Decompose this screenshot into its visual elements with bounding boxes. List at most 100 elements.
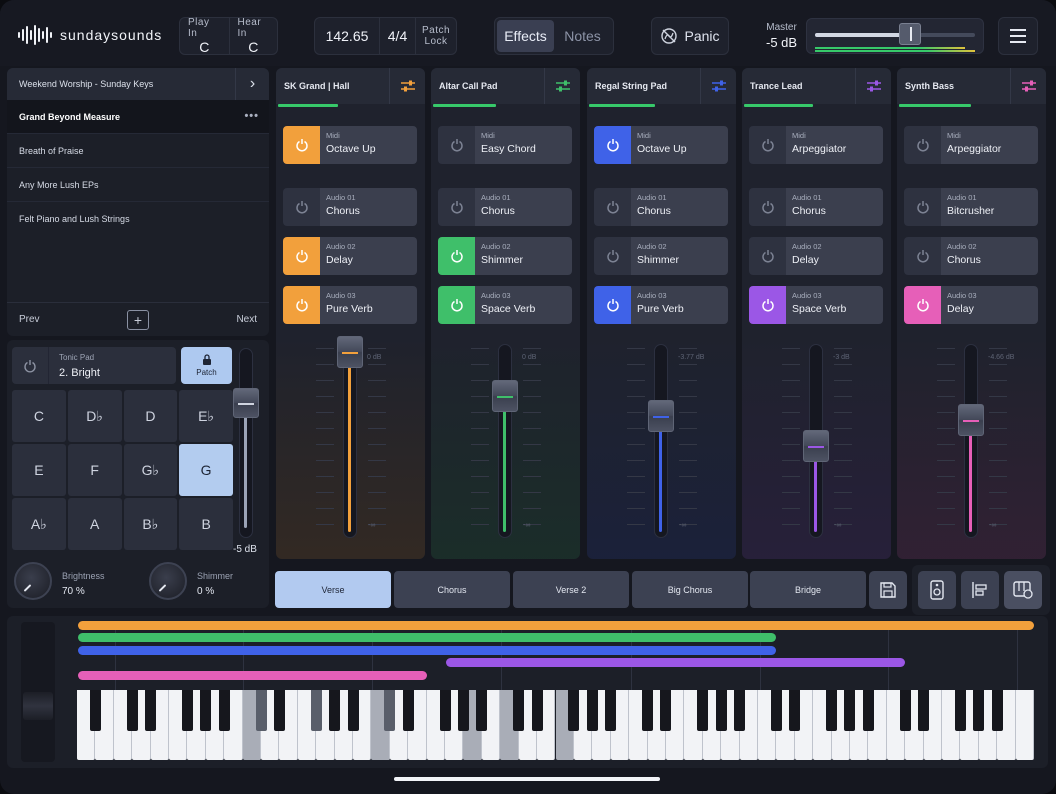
key-range-bar[interactable] — [78, 646, 776, 655]
black-key[interactable] — [531, 690, 543, 731]
effect-power-button[interactable] — [283, 237, 320, 275]
effect-selector[interactable]: Audio 02 Shimmer — [631, 237, 728, 275]
channel-header[interactable]: Synth Bass — [897, 68, 1046, 104]
black-key[interactable] — [457, 690, 469, 731]
key-button[interactable]: C — [12, 390, 66, 442]
piano-keyboard[interactable] — [77, 690, 1034, 760]
black-key[interactable] — [181, 690, 193, 731]
effect-power-button[interactable] — [904, 126, 941, 164]
effect-selector[interactable]: Midi Arpeggiator — [941, 126, 1038, 164]
scene-button[interactable]: Verse — [275, 571, 391, 608]
effect-selector[interactable]: Audio 01 Chorus — [631, 188, 728, 226]
fader-handle[interactable] — [233, 388, 259, 418]
effect-power-button[interactable] — [904, 237, 941, 275]
black-key[interactable] — [660, 690, 672, 731]
effect-power-button[interactable] — [594, 237, 631, 275]
effect-selector[interactable]: Audio 02 Chorus — [941, 237, 1038, 275]
mod-wheel-handle[interactable] — [23, 692, 53, 720]
effect-selector[interactable]: Audio 01 Bitcrusher — [941, 188, 1038, 226]
menu-button[interactable] — [998, 17, 1038, 55]
channel-header[interactable]: Altar Call Pad — [431, 68, 580, 104]
key-button[interactable]: B — [179, 498, 233, 550]
effect-power-button[interactable] — [749, 286, 786, 324]
fader-handle[interactable] — [958, 404, 984, 436]
effect-power-button[interactable] — [594, 286, 631, 324]
effect-power-button[interactable] — [438, 286, 475, 324]
black-key[interactable] — [862, 690, 874, 731]
align-view-button[interactable] — [961, 571, 999, 609]
black-key[interactable] — [310, 690, 322, 731]
key-range-bar[interactable] — [446, 658, 905, 667]
next-button[interactable]: Next — [236, 314, 257, 325]
effect-power-button[interactable] — [438, 126, 475, 164]
scene-button[interactable]: Bridge — [750, 571, 866, 608]
black-key[interactable] — [347, 690, 359, 731]
effect-selector[interactable]: Midi Octave Up — [320, 126, 417, 164]
black-key[interactable] — [439, 690, 451, 731]
save-scene-button[interactable] — [869, 571, 907, 609]
setlist-header[interactable]: Weekend Worship - Sunday Keys › — [7, 68, 269, 100]
fader-handle[interactable] — [337, 336, 363, 368]
channel-settings-button[interactable] — [544, 68, 580, 104]
effect-power-button[interactable] — [749, 126, 786, 164]
shimmer-knob[interactable] — [149, 562, 187, 600]
key-button[interactable]: G♭ — [123, 444, 178, 496]
channel-header[interactable]: Regal String Pad — [587, 68, 736, 104]
fader-handle[interactable] — [648, 400, 674, 432]
black-key[interactable] — [954, 690, 966, 731]
black-key[interactable] — [89, 690, 101, 731]
scene-button[interactable]: Big Chorus — [632, 571, 748, 608]
effect-power-button[interactable] — [283, 286, 320, 324]
black-key[interactable] — [218, 690, 230, 731]
key-button[interactable]: F — [67, 444, 122, 496]
black-key[interactable] — [991, 690, 1003, 731]
black-key[interactable] — [273, 690, 285, 731]
black-key[interactable] — [789, 690, 801, 731]
effect-selector[interactable]: Audio 01 Chorus — [786, 188, 883, 226]
effect-power-button[interactable] — [904, 188, 941, 226]
keyboard-settings-button[interactable] — [1004, 571, 1042, 609]
more-options-icon[interactable]: ••• — [244, 110, 259, 122]
effect-power-button[interactable] — [749, 188, 786, 226]
master-volume-slider[interactable] — [806, 18, 984, 54]
key-range-bar[interactable] — [78, 671, 427, 680]
channel-header[interactable]: Trance Lead — [742, 68, 891, 104]
patch-lock-toggle[interactable]: Patch — [181, 347, 232, 384]
time-signature-button[interactable]: 4/4 — [380, 18, 416, 54]
effect-selector[interactable]: Audio 02 Delay — [320, 237, 417, 275]
black-key[interactable] — [402, 690, 414, 731]
black-key[interactable] — [568, 690, 580, 731]
key-button[interactable]: B♭ — [123, 498, 178, 550]
song-item[interactable]: Grand Beyond Measure ••• — [7, 100, 269, 134]
tonic-pad-volume-fader[interactable] — [233, 348, 259, 538]
hear-in-button[interactable]: Hear In C — [230, 17, 278, 55]
key-button[interactable]: E — [12, 444, 66, 496]
effect-power-button[interactable] — [438, 188, 475, 226]
chevron-right-icon[interactable]: › — [235, 68, 269, 100]
key-button[interactable]: G — [179, 444, 233, 496]
effect-selector[interactable]: Midi Octave Up — [631, 126, 728, 164]
fader-handle[interactable] — [803, 430, 829, 462]
effect-selector[interactable]: Audio 01 Chorus — [475, 188, 572, 226]
effect-selector[interactable]: Audio 03 Space Verb — [475, 286, 572, 324]
black-key[interactable] — [586, 690, 598, 731]
master-slider-thumb[interactable] — [899, 23, 921, 45]
black-key[interactable] — [715, 690, 727, 731]
brightness-knob[interactable] — [14, 562, 52, 600]
black-key[interactable] — [697, 690, 709, 731]
song-item[interactable]: Any More Lush EPs — [7, 168, 269, 202]
effect-selector[interactable]: Audio 03 Delay — [941, 286, 1038, 324]
key-button[interactable]: E♭ — [179, 390, 233, 442]
tonic-pad-power-button[interactable] — [12, 347, 49, 384]
effect-selector[interactable]: Audio 01 Chorus — [320, 188, 417, 226]
black-key[interactable] — [329, 690, 341, 731]
black-key[interactable] — [255, 690, 267, 731]
key-range-bar[interactable] — [78, 621, 1034, 630]
song-item[interactable]: Breath of Praise — [7, 134, 269, 168]
tempo-button[interactable]: 142.65 — [315, 18, 380, 54]
black-key[interactable] — [384, 690, 396, 731]
panic-button[interactable]: Panic — [651, 17, 729, 55]
channel-header[interactable]: SK Grand | Hall — [276, 68, 425, 104]
black-key[interactable] — [770, 690, 782, 731]
effect-selector[interactable]: Midi Arpeggiator — [786, 126, 883, 164]
